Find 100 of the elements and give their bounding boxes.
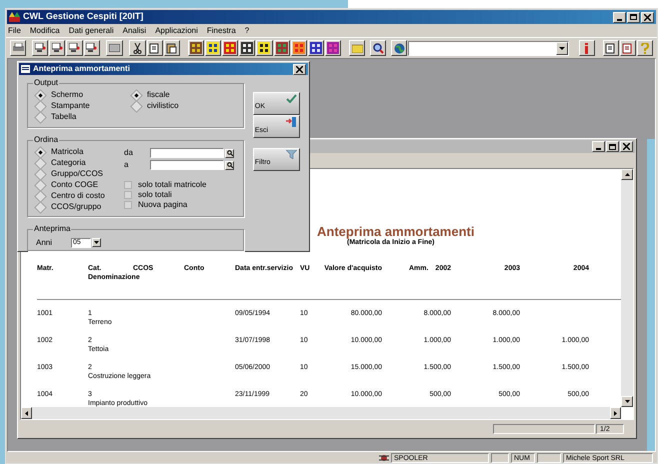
printer-icon xyxy=(12,43,24,53)
combo-box[interactable] xyxy=(408,40,570,56)
module-button[interactable] xyxy=(256,40,273,56)
menu-item[interactable]: Dati generali xyxy=(68,24,114,36)
monitor-icon xyxy=(34,43,46,53)
search-icon xyxy=(226,162,232,168)
globe-button[interactable] xyxy=(391,40,408,56)
toolbar-button[interactable] xyxy=(32,40,48,56)
maximize-icon[interactable] xyxy=(606,141,619,152)
radio-label: Conto COGE xyxy=(51,180,98,190)
radio-label: Tabella xyxy=(51,112,76,122)
close-icon[interactable] xyxy=(620,141,633,152)
scroll-up-icon xyxy=(624,173,630,176)
cut-button[interactable] xyxy=(129,40,146,56)
tile-icon xyxy=(258,42,270,54)
menu-item[interactable]: File xyxy=(8,24,21,36)
module-button[interactable] xyxy=(204,40,221,56)
radio-button[interactable] xyxy=(34,100,47,112)
print-button[interactable] xyxy=(10,40,26,56)
app-logo-icon xyxy=(9,12,20,22)
radio-label: Stampante xyxy=(51,101,90,111)
funnel-icon xyxy=(286,150,297,159)
tile-icon xyxy=(190,42,202,54)
toolbar-button[interactable] xyxy=(620,40,636,56)
menu-item[interactable]: Modifica xyxy=(30,24,60,36)
radio-button[interactable] xyxy=(130,100,143,112)
close-icon[interactable] xyxy=(293,64,306,74)
radio-label: Centro di costo xyxy=(51,191,105,201)
module-button[interactable] xyxy=(274,40,290,56)
radio-label: fiscale xyxy=(147,90,170,100)
lookup-button[interactable] xyxy=(225,160,234,170)
dropdown-arrow-icon xyxy=(94,241,100,244)
input-field[interactable] xyxy=(150,160,224,170)
radio-button[interactable] xyxy=(34,200,47,214)
toolbar-button[interactable] xyxy=(84,40,100,56)
tile-icon xyxy=(241,42,254,54)
paste-button[interactable] xyxy=(164,40,180,56)
menu-item[interactable]: Applicazioni xyxy=(155,24,198,36)
toolbar-button[interactable] xyxy=(106,40,123,56)
module-button[interactable] xyxy=(290,40,307,56)
group-label: Ordina xyxy=(33,135,60,145)
module-button[interactable] xyxy=(325,40,342,56)
document-icon xyxy=(622,42,634,54)
group-label: Anteprima xyxy=(33,224,72,234)
radio-label: Gruppo/CCOS xyxy=(51,169,104,179)
input-field[interactable] xyxy=(150,148,224,158)
scissors-icon xyxy=(132,42,142,54)
module-button[interactable] xyxy=(188,40,204,56)
radio-button[interactable] xyxy=(34,178,47,192)
maximize-icon[interactable] xyxy=(627,12,640,22)
checkbox-label: solo totali matricole xyxy=(138,179,206,191)
folder-button[interactable] xyxy=(348,40,366,56)
minimize-icon[interactable] xyxy=(613,12,626,22)
scroll-down-icon xyxy=(624,400,630,403)
search-button[interactable] xyxy=(370,40,386,56)
keyboard-icon xyxy=(109,44,120,52)
menu-item[interactable]: ? xyxy=(244,24,250,36)
close-icon[interactable] xyxy=(641,12,654,22)
field-label: a xyxy=(124,159,130,171)
group-label: Output xyxy=(33,78,60,88)
tile-icon xyxy=(206,42,219,54)
checkbox[interactable] xyxy=(124,191,132,199)
radio-label: CCOS/gruppo xyxy=(51,202,102,212)
radio-button[interactable] xyxy=(130,88,143,102)
radio-button[interactable] xyxy=(34,146,47,158)
toolbar-button[interactable] xyxy=(602,40,619,56)
info-button[interactable] xyxy=(578,40,595,56)
module-button[interactable] xyxy=(239,40,256,56)
window-icon xyxy=(21,65,30,73)
folder-icon xyxy=(352,44,363,52)
globe-icon xyxy=(394,42,405,54)
tile-icon xyxy=(310,42,322,54)
radio-button[interactable] xyxy=(34,88,47,102)
magnifier-icon xyxy=(372,42,384,54)
lookup-button[interactable] xyxy=(225,148,234,158)
minimize-icon[interactable] xyxy=(592,141,605,152)
radio-label: Matricola xyxy=(51,147,84,157)
module-button[interactable] xyxy=(222,40,238,56)
checkbox[interactable] xyxy=(124,181,132,189)
question-mark-icon xyxy=(640,42,649,54)
radio-button[interactable] xyxy=(34,168,47,180)
toolbar-button[interactable] xyxy=(66,40,83,56)
radio-button[interactable] xyxy=(34,190,47,202)
vertical-scrollbar[interactable] xyxy=(621,169,633,407)
checkbox[interactable] xyxy=(124,201,132,209)
radio-button[interactable] xyxy=(34,110,47,124)
radio-label: civilistico xyxy=(147,101,179,111)
copy-button[interactable] xyxy=(146,40,163,56)
dialog-title: Anteprima ammortamenti xyxy=(33,63,131,75)
door-icon xyxy=(286,117,297,127)
radio-button[interactable] xyxy=(34,156,47,170)
horizontal-scrollbar[interactable] xyxy=(21,407,621,419)
scroll-left-icon xyxy=(25,410,28,416)
module-button[interactable] xyxy=(308,40,324,56)
help-button[interactable] xyxy=(636,40,654,56)
menu-item[interactable]: Finestra xyxy=(206,24,236,36)
toolbar-button[interactable] xyxy=(49,40,66,56)
field-label: Anni xyxy=(36,236,52,248)
tile-icon xyxy=(224,42,236,54)
menu-item[interactable]: Analisi xyxy=(122,24,146,36)
